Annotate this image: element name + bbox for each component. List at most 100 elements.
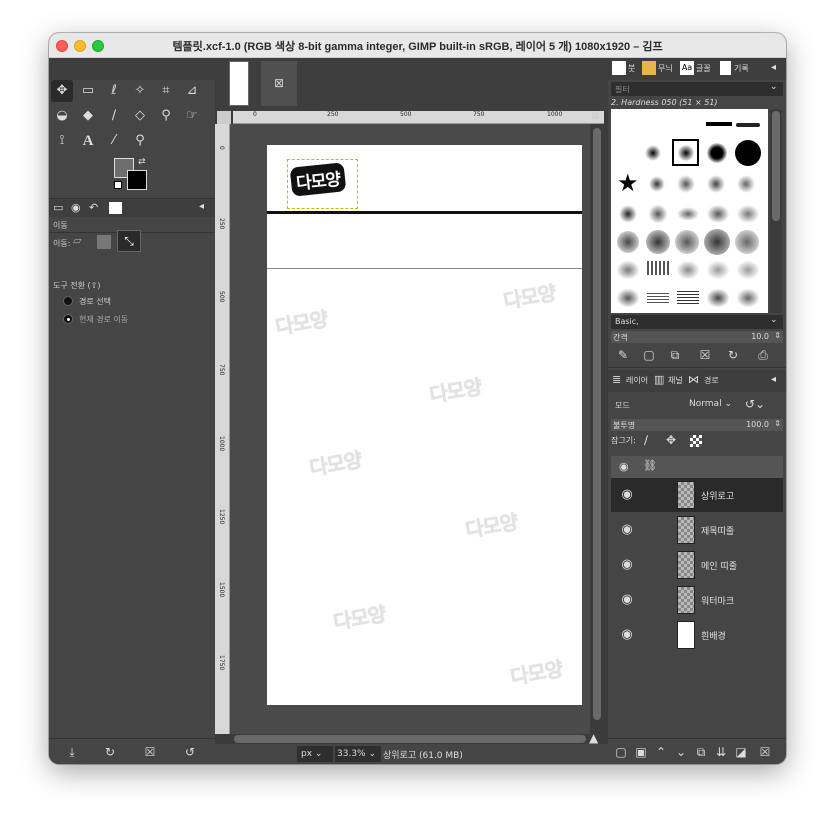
text-tool-icon[interactable]: A — [77, 130, 99, 152]
move-path-icon[interactable]: ⤡ — [117, 230, 141, 252]
eye-icon[interactable]: ◉ — [619, 487, 635, 503]
layer-row[interactable]: ◉ 제목띠줄 — [611, 513, 783, 547]
brush-item[interactable] — [647, 293, 669, 305]
layer-row[interactable]: ◉ 메인 띠줄 — [611, 548, 783, 582]
brush-item[interactable] — [646, 230, 670, 254]
brush-item[interactable] — [647, 261, 669, 275]
move-selection-icon[interactable] — [97, 235, 111, 249]
eraser-tool-icon[interactable]: ◇ — [129, 105, 151, 127]
lock-position-icon[interactable]: ✥ — [666, 433, 676, 447]
layer-row[interactable]: ◉ 워터마크 — [611, 583, 783, 617]
image-tab-thumbnail[interactable] — [229, 61, 249, 106]
tab-menu-icon[interactable]: ◂ — [771, 62, 776, 73]
brush-item[interactable] — [737, 205, 759, 223]
tab-history[interactable]: 기록 — [734, 63, 749, 74]
brush-tag-select[interactable]: Basic, ⌄ — [611, 315, 783, 329]
brush-item[interactable] — [677, 207, 699, 221]
color-picker-tool-icon[interactable]: ⁄ — [103, 130, 125, 152]
brush-item[interactable] — [707, 289, 729, 307]
move-tool-icon[interactable]: ✥ — [51, 80, 73, 102]
font-tab-icon[interactable]: Aa — [680, 61, 694, 75]
brush-item[interactable] — [649, 176, 665, 192]
lasso-tool-icon[interactable]: ℓ — [103, 80, 125, 102]
eye-icon[interactable]: ◉ — [619, 557, 635, 573]
tab-layers[interactable]: 레이어 — [626, 375, 648, 386]
tab-font[interactable]: 글꼴 — [696, 63, 711, 74]
tab-channels[interactable]: 채널 — [668, 375, 683, 386]
anchor-layer-icon[interactable]: ⇊ — [712, 743, 730, 761]
brush-item[interactable] — [677, 291, 699, 305]
document-canvas[interactable]: 다모양 다모양 다모양 다모양 다모양 다모양 다모양 다모양 — [267, 145, 582, 705]
spin-arrows-icon[interactable]: ⇕ — [774, 419, 781, 428]
brush-item[interactable] — [675, 230, 699, 254]
new-layer-icon[interactable]: ▢ — [612, 743, 630, 761]
brush-item[interactable] — [735, 230, 759, 254]
spin-arrows-icon[interactable]: ⇕ — [774, 331, 781, 340]
brush-item[interactable] — [619, 205, 637, 223]
refresh-brushes-icon[interactable]: ↻ — [724, 346, 742, 364]
brush-item[interactable] — [617, 289, 639, 307]
lock-alpha-icon[interactable] — [690, 435, 702, 447]
brush-item[interactable] — [737, 289, 759, 307]
new-layer-group-icon[interactable]: ▣ — [632, 743, 650, 761]
navigate-icon[interactable]: ▲ — [589, 731, 603, 745]
lower-layer-icon[interactable]: ⌄ — [672, 743, 690, 761]
pattern-tab-icon[interactable] — [642, 61, 656, 75]
new-brush-icon[interactable]: ▢ — [640, 346, 658, 364]
reset-tool-options-icon[interactable]: ↺ — [181, 743, 199, 761]
brush-item[interactable] — [707, 143, 727, 163]
mode-select[interactable]: Normal ⌄ — [689, 399, 732, 409]
brush-item[interactable] — [737, 261, 759, 279]
brush-item[interactable] — [677, 261, 699, 279]
default-colors-icon[interactable] — [114, 181, 122, 189]
paintbrush-tool-icon[interactable]: ∕ — [103, 105, 125, 127]
units-select[interactable]: px ⌄ — [297, 746, 333, 762]
device-status-icon[interactable]: ◉ — [71, 201, 81, 214]
opacity-slider[interactable]: 불투명 100.0 ⇕ — [611, 419, 783, 431]
brush-item-selected[interactable] — [672, 139, 699, 166]
warp-tool-icon[interactable]: ◒ — [51, 105, 73, 127]
paths-tool-icon[interactable]: ⟟ — [51, 130, 73, 152]
vertical-scroll-thumb[interactable] — [593, 128, 601, 720]
horizontal-scroll-thumb[interactable] — [234, 735, 586, 743]
edit-brush-icon[interactable]: ✎ — [614, 346, 632, 364]
layer-row[interactable]: ◉ 흰배경 — [611, 618, 783, 652]
clone-tool-icon[interactable]: ⚲ — [155, 105, 177, 127]
brush-item[interactable] — [737, 175, 755, 193]
mode-switch-icon[interactable]: ↺⌄ — [745, 397, 765, 411]
tab-pattern[interactable]: 무늬 — [658, 63, 673, 74]
duplicate-brush-icon[interactable]: ⧉ — [666, 346, 684, 364]
brush-item[interactable] — [706, 122, 732, 126]
delete-preset-icon[interactable]: ☒ — [141, 743, 159, 761]
brush-item[interactable] — [645, 145, 661, 161]
delete-brush-icon[interactable]: ☒ — [696, 346, 714, 364]
quick-mask-corner-icon[interactable] — [217, 111, 231, 124]
restore-preset-icon[interactable]: ↻ — [101, 743, 119, 761]
brush-item[interactable] — [617, 231, 639, 253]
tab-menu-icon[interactable]: ◂ — [199, 201, 204, 212]
brush-item[interactable] — [707, 205, 729, 223]
brush-grid[interactable]: ★ — [611, 109, 768, 313]
brush-item[interactable] — [735, 140, 761, 166]
swap-colors-icon[interactable]: ⇄ — [138, 157, 146, 167]
brush-grid-scrollbar[interactable] — [770, 109, 782, 313]
brush-tab-icon[interactable] — [612, 61, 626, 75]
horizontal-scrollbar[interactable] — [230, 734, 590, 744]
layers-tab-icon[interactable]: ≣ — [612, 373, 621, 386]
layers-list[interactable]: ◉ 상위로고 ◉ 제목띠줄 ◉ 메인 띠줄 ◉ 워터마크 ◉ 흰배경 — [611, 478, 783, 718]
chevron-down-icon[interactable]: ⌄ — [770, 315, 778, 325]
open-brush-as-image-icon[interactable]: ⎙ — [754, 346, 772, 364]
history-tab-icon[interactable] — [720, 61, 731, 75]
channels-tab-icon[interactable]: ▥ — [654, 373, 664, 386]
images-icon[interactable] — [109, 202, 122, 214]
brush-item[interactable] — [736, 123, 760, 127]
crop-tool-icon[interactable]: ⌗ — [155, 80, 177, 102]
brush-item[interactable] — [707, 261, 729, 279]
brush-item[interactable]: ★ — [617, 171, 639, 195]
brush-item[interactable] — [617, 261, 639, 279]
brush-filter-input[interactable]: 필터 ⌄ — [611, 82, 783, 96]
layer-mask-icon[interactable]: ◪ — [732, 743, 750, 761]
spacing-slider[interactable]: 간격 10.0 ⇕ — [611, 331, 783, 343]
brush-item[interactable] — [649, 205, 667, 223]
chevron-down-icon[interactable]: ⌄ — [770, 82, 778, 92]
